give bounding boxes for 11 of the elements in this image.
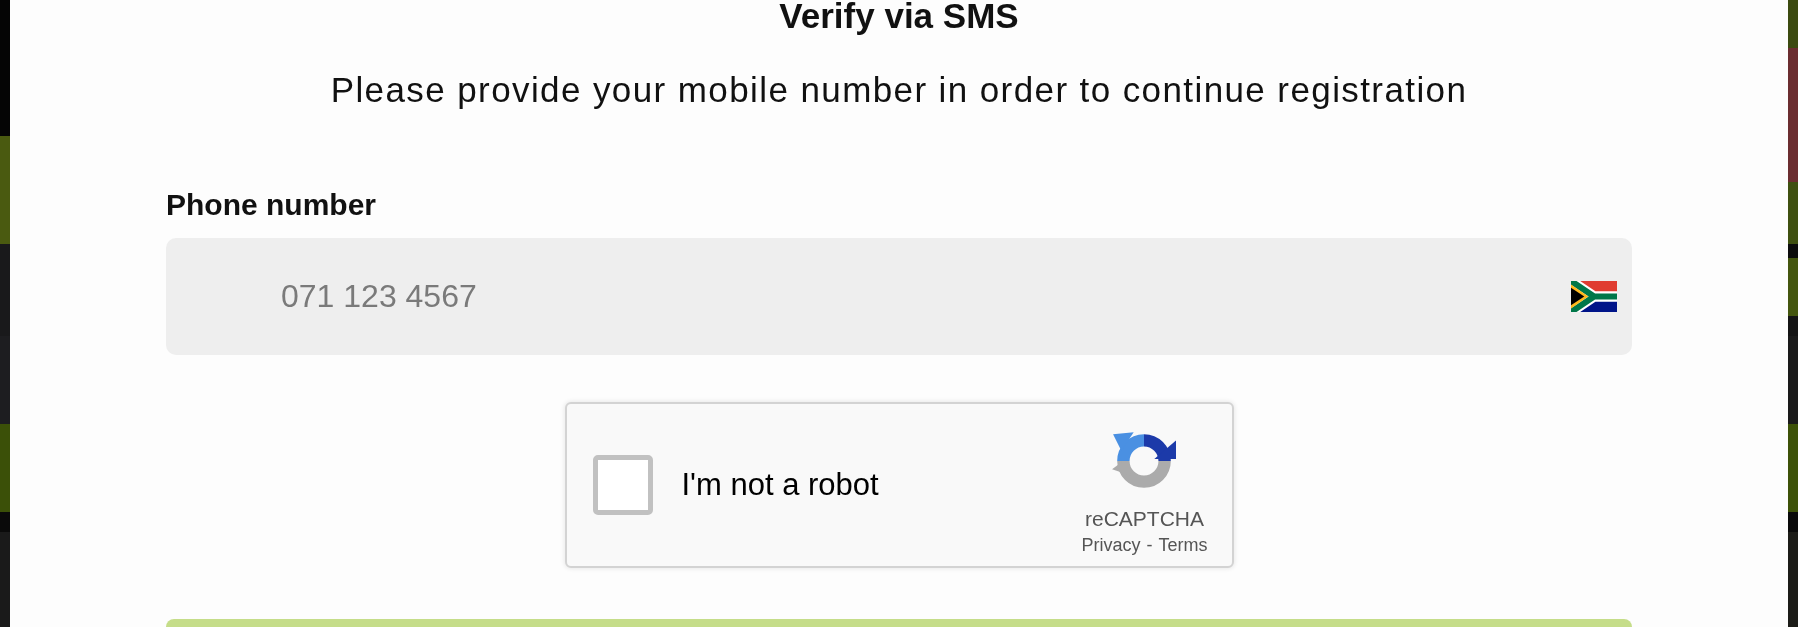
captcha-link[interactable]: Privacy xyxy=(1081,534,1141,556)
phone-input-field[interactable]: 071 123 4567 xyxy=(166,238,1632,355)
link-separator: - xyxy=(1146,534,1153,556)
field-label: Phone number xyxy=(166,188,376,222)
captcha-label: I'm not a robot xyxy=(681,467,879,503)
action-button[interactable] xyxy=(166,619,1632,627)
dialog-subtitle: Please provide your mobile number in order to continue registration xyxy=(330,70,1468,110)
captcha-link[interactable]: Terms xyxy=(1158,534,1208,556)
captcha-brand: reCAPTCHA xyxy=(1084,507,1204,531)
flag-icon xyxy=(1571,281,1617,312)
captcha-checkbox[interactable] xyxy=(592,455,653,515)
